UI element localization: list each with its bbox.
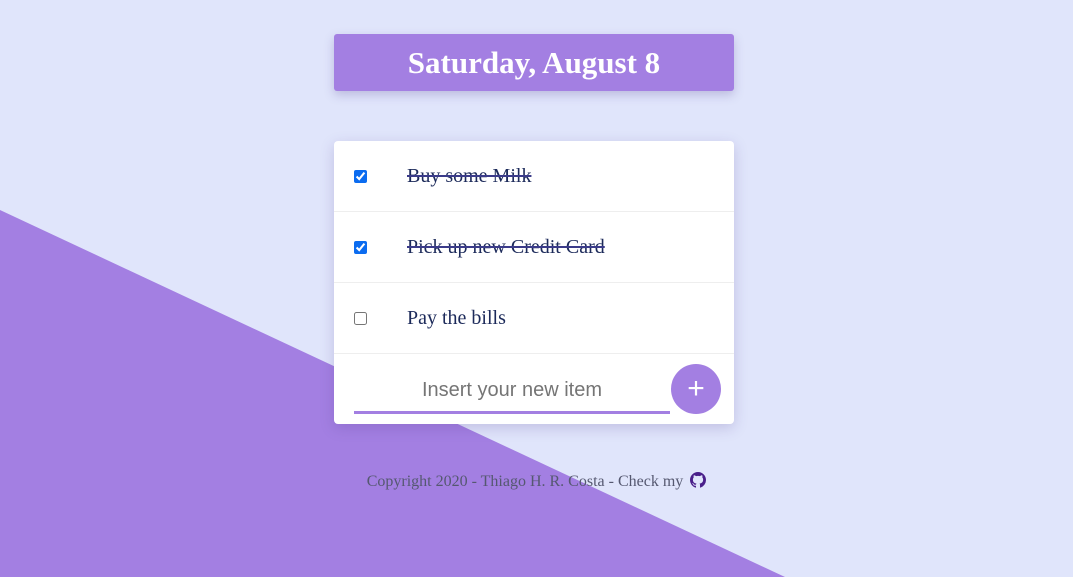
footer: Copyright 2020 - Thiago H. R. Costa - Ch… <box>0 472 1073 493</box>
todo-card: Buy some Milk Pick up new Credit Card Pa… <box>334 141 734 424</box>
github-icon[interactable] <box>690 472 707 493</box>
todo-item-checkbox[interactable] <box>354 169 367 183</box>
todo-item: Pay the bills <box>334 283 734 354</box>
todo-item-checkbox[interactable] <box>354 240 367 254</box>
todo-item-label: Pay the bills <box>407 306 506 329</box>
todo-item: Buy some Milk <box>334 141 734 212</box>
date-header: Saturday, August 8 <box>334 34 734 91</box>
todo-item: Pick up new Credit Card <box>334 212 734 283</box>
date-title: Saturday, August 8 <box>407 44 661 80</box>
add-item-button[interactable]: + <box>671 364 721 414</box>
todo-item-checkbox[interactable] <box>354 311 367 325</box>
add-item-row: + <box>334 354 734 424</box>
new-item-input[interactable] <box>354 370 670 414</box>
todo-item-label: Buy some Milk <box>407 164 532 187</box>
copyright-text: Copyright 2020 - Thiago H. R. Costa - Ch… <box>366 473 684 490</box>
todo-item-label: Pick up new Credit Card <box>407 235 605 258</box>
